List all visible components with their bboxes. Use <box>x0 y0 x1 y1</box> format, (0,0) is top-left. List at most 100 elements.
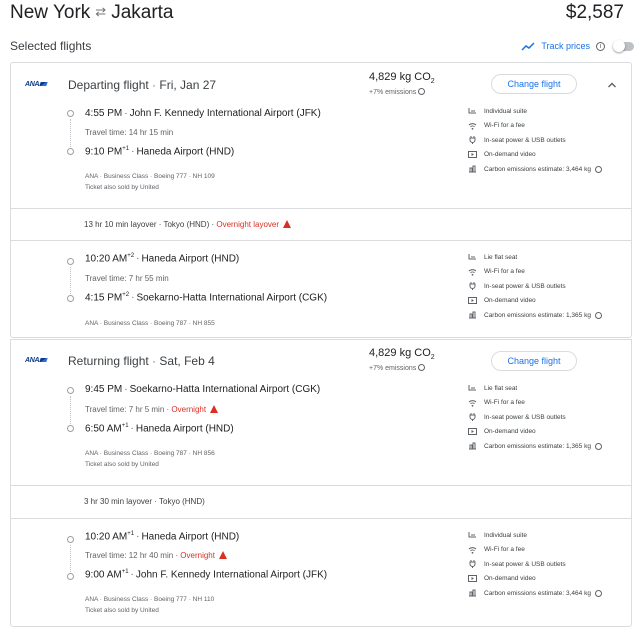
arrival-dot <box>67 573 74 580</box>
departing-title: Departing flight · Fri, Jan 27 <box>68 78 217 92</box>
arrival-dot <box>67 295 74 302</box>
info-icon[interactable] <box>594 442 602 450</box>
arrival-dot <box>67 425 74 432</box>
travel-time: Travel time: 7 hr 5 min · Overnight <box>85 405 219 414</box>
video-icon <box>468 574 477 583</box>
timeline-line <box>70 396 71 424</box>
seat-icon <box>468 253 477 261</box>
ana-logo: ANA <box>25 357 48 364</box>
power-plug-icon <box>468 413 477 422</box>
sold-by: Ticket also sold by United <box>85 607 159 614</box>
track-prices-label: Track prices <box>541 41 590 51</box>
emissions-icon <box>468 442 477 450</box>
amenities-list: Lie flat seat Wi-Fi for a fee In-seat po… <box>468 381 602 454</box>
wifi-icon <box>468 399 477 407</box>
emissions-delta: +7% emissions <box>369 88 426 96</box>
flight-details: ANA · Business Class · Boeing 787 · NH 8… <box>85 450 215 457</box>
info-icon[interactable] <box>594 589 602 597</box>
arrival-row: 9:00 AM+1 · John F. Kennedy International … <box>85 569 328 581</box>
info-icon[interactable] <box>418 364 426 371</box>
travel-time: Travel time: 14 hr 15 min <box>85 128 174 137</box>
power-plug-icon <box>468 282 477 291</box>
chevron-up-icon[interactable] <box>607 80 617 90</box>
arrival-dot <box>67 148 74 155</box>
video-icon <box>468 427 477 436</box>
layover-row: 3 hr 30 min layover · Tokyo (HND) <box>11 485 631 519</box>
amenity-item: Individual suite <box>468 104 602 119</box>
amenity-item: Wi-Fi for a fee <box>468 396 602 411</box>
emissions-icon <box>468 311 477 319</box>
travel-time: Travel time: 7 hr 55 min <box>85 274 169 283</box>
amenity-item: In-seat power & USB outlets <box>468 557 602 572</box>
timeline-line <box>70 119 71 147</box>
amenity-item: In-seat power & USB outlets <box>468 279 602 294</box>
amenities-list: Lie flat seat Wi-Fi for a fee In-seat po… <box>468 250 602 323</box>
departure-dot <box>67 110 74 117</box>
track-prices-control[interactable]: Track prices i <box>521 38 634 54</box>
change-flight-button[interactable]: Change flight <box>491 351 577 371</box>
wifi-icon <box>468 268 477 276</box>
selected-flights-heading: Selected flights <box>10 39 92 53</box>
seat-icon <box>468 384 477 392</box>
amenity-item: In-seat power & USB outlets <box>468 410 602 425</box>
amenity-item: Wi-Fi for a fee <box>468 265 602 280</box>
amenity-item: Carbon emissions estimate: 3,464 kg <box>468 586 602 601</box>
origin-city: New York <box>10 2 91 23</box>
amenity-item: Wi-Fi for a fee <box>468 543 602 558</box>
track-prices-toggle[interactable] <box>613 39 634 52</box>
destination-city: Jakarta <box>111 2 174 23</box>
info-icon[interactable] <box>594 165 602 173</box>
power-plug-icon <box>468 136 477 145</box>
amenity-item: On-demand video <box>468 294 602 309</box>
warning-icon <box>210 405 219 413</box>
amenity-item: Lie flat seat <box>468 381 602 396</box>
flight-details: ANA · Business Class · Boeing 777 · NH 1… <box>85 173 215 180</box>
warning-icon <box>218 551 227 559</box>
departure-dot <box>67 258 74 265</box>
returning-flight-card: ANA Returning flight · Sat, Feb 4 4,829 … <box>10 339 632 627</box>
sold-by: Ticket also sold by United <box>85 461 159 468</box>
seat-icon <box>468 107 477 115</box>
co2-amount: 4,829 kg CO2 <box>369 347 435 362</box>
info-icon[interactable] <box>594 311 602 319</box>
video-icon <box>468 296 477 305</box>
warning-icon <box>283 220 292 228</box>
amenity-item: On-demand video <box>468 572 602 587</box>
wifi-icon <box>468 122 477 130</box>
amenity-item: On-demand video <box>468 148 602 163</box>
arrival-row: 9:10 PM+1 · Haneda Airport (HND) <box>85 146 235 158</box>
travel-time: Travel time: 12 hr 40 min · Overnight <box>85 551 227 560</box>
co2-amount: 4,829 kg CO2 <box>369 71 435 86</box>
timeline-line <box>70 267 71 294</box>
departure-dot <box>67 536 74 543</box>
departure-row: 9:45 PM · Soekarno-Hatta International Air… <box>85 384 321 395</box>
amenity-item: Carbon emissions estimate: 3,464 kg <box>468 162 602 177</box>
video-icon <box>468 150 477 159</box>
flight-details: ANA · Business Class · Boeing 787 · NH 8… <box>85 320 215 327</box>
info-icon[interactable] <box>418 88 426 95</box>
arrival-row: 4:15 PM+2 · Soekarno-Hatta International A… <box>85 292 328 304</box>
emissions-icon <box>468 589 477 597</box>
emissions-delta: +7% emissions <box>369 364 426 372</box>
change-flight-button[interactable]: Change flight <box>491 74 577 94</box>
departure-dot <box>67 387 74 394</box>
swap-arrows-icon: ⇄ <box>95 4 107 19</box>
emissions-icon <box>468 165 477 173</box>
amenity-item: Wi-Fi for a fee <box>468 119 602 134</box>
returning-title: Returning flight · Sat, Feb 4 <box>68 354 215 368</box>
amenities-list: Individual suite Wi-Fi for a fee In-seat… <box>468 528 602 601</box>
wifi-icon <box>468 546 477 554</box>
trend-line-icon <box>521 41 535 51</box>
total-price: $2,587 <box>565 2 624 23</box>
seat-icon <box>468 531 477 539</box>
route-title: New York ⇄ Jakarta <box>10 2 174 24</box>
amenity-item: In-seat power & USB outlets <box>468 133 602 148</box>
trip-header: New York ⇄ Jakarta $2,587 <box>10 2 630 26</box>
amenity-item: Individual suite <box>468 528 602 543</box>
ana-logo: ANA <box>25 81 48 88</box>
power-plug-icon <box>468 560 477 569</box>
info-icon[interactable]: i <box>596 41 605 51</box>
sold-by: Ticket also sold by United <box>85 184 159 191</box>
flight-details: ANA · Business Class · Boeing 777 · NH 1… <box>85 596 215 603</box>
amenities-list: Individual suite Wi-Fi for a fee In-seat… <box>468 104 602 177</box>
